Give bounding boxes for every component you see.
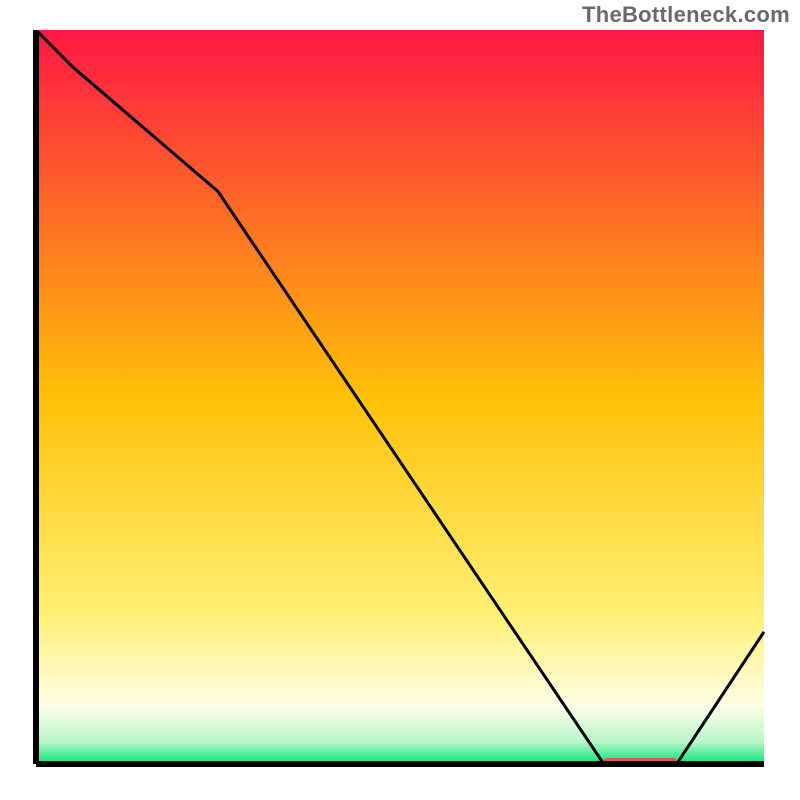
chart-svg bbox=[30, 30, 770, 770]
gradient-background bbox=[36, 30, 764, 764]
plot-area bbox=[30, 30, 770, 770]
source-attribution: TheBottleneck.com bbox=[582, 2, 790, 28]
chart-container: TheBottleneck.com bbox=[0, 0, 800, 800]
